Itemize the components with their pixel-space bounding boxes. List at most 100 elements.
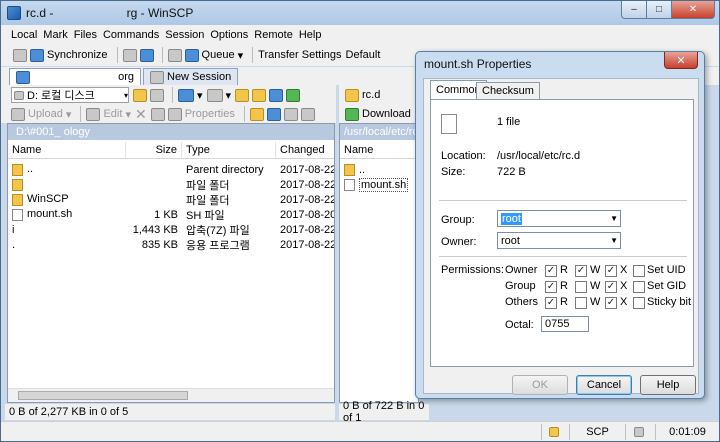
menu-remote[interactable]: Remote [254,29,293,41]
tab-checksum[interactable]: Checksum [476,82,540,99]
perm-special-checkbox[interactable] [633,281,645,293]
ok-button[interactable]: OK [512,375,568,395]
properties-icon [167,107,182,121]
synchronize-icon [30,48,44,62]
perm-x-checkbox[interactable]: ✓ [605,281,617,293]
cell-name: WinSCP [8,193,126,206]
perm-w-checkbox[interactable]: ✓ [575,265,587,277]
col-changed-header[interactable]: Changed [276,142,334,158]
perm-row-label: Group [505,280,536,292]
menu-commands[interactable]: Commands [103,29,159,41]
table-row[interactable]: i 1,443 KB 압축(7Z) 파일 2017-08-22 [8,222,334,237]
back-button[interactable]: ▾ [178,88,203,102]
perm-x-label: X [620,296,628,308]
table-row[interactable]: .. Parent directory 2017-08-22 [8,162,334,177]
perm-w-checkbox[interactable] [575,297,587,309]
chevron-down-icon: ▼ [610,236,618,245]
forward-button[interactable]: ▾ [206,88,231,102]
perm-special-checkbox[interactable] [633,265,645,277]
menu-files[interactable]: Files [74,29,97,41]
location-label: Location: [441,150,486,162]
local-path-bar[interactable]: D:\#001_ ology [8,124,334,140]
perm-x-checkbox[interactable]: ✓ [605,297,617,309]
perm-special-label: Set GID [647,280,687,292]
cell-text: 1 KB [154,208,178,221]
perm-x-checkbox[interactable]: ✓ [605,265,617,277]
close-button[interactable]: ✕ [671,1,715,19]
col-name-header[interactable]: Name [8,142,126,158]
home-icon[interactable] [269,88,284,102]
properties-button[interactable]: Properties [167,107,235,121]
remote-path-bar[interactable]: /usr/local/etc/rc.d [340,124,418,140]
minimize-button[interactable]: – [621,1,647,19]
table-row[interactable]: 파일 폴더 2017-08-22 [8,177,334,192]
perm-r-checkbox[interactable]: ✓ [545,281,557,293]
new-folder-icon[interactable] [249,107,264,121]
group-combo[interactable]: root ▼ [497,210,621,227]
session-time: 0:01:09 [655,424,719,440]
synchronize-button[interactable]: Synchronize [30,48,108,62]
help-button[interactable]: Help [640,375,696,395]
perm-w-checkbox[interactable] [575,281,587,293]
table-row[interactable]: WinSCP 파일 폴더 2017-08-22 [8,192,334,207]
remote-folder-combo[interactable]: rc.d [362,89,380,101]
octal-input[interactable]: 0755 [541,316,589,332]
edit-button[interactable]: Edit ▾ [86,107,131,121]
compare-icon[interactable] [13,48,27,62]
cell-text: 파일 폴더 [186,194,230,207]
table-row[interactable]: . 835 KB 응용 프로그램 2017-08-22 [8,237,334,252]
menu-options[interactable]: Options [210,29,248,41]
tab-new-session[interactable]: New Session [143,68,239,85]
menu-mark[interactable]: Mark [43,29,67,41]
perm-special-checkbox[interactable] [633,297,645,309]
download-button[interactable]: Download [345,107,411,121]
console-icon[interactable] [122,48,137,62]
perm-r-checkbox[interactable]: ✓ [545,297,557,309]
tab-session[interactable]: org [9,68,141,85]
cell-name [8,178,126,191]
minus-icon[interactable] [283,107,298,121]
rename-icon[interactable] [150,107,165,121]
dialog-close-button[interactable]: ✕ [664,52,698,69]
perm-r-checkbox[interactable]: ✓ [545,265,557,277]
delete-button[interactable]: ✕ [135,106,147,123]
cell-name: mount.sh [359,177,409,192]
menu-bar: Local Mark Files Commands Session Option… [1,25,719,44]
cell-changed: 2017-08-20 [276,209,334,221]
new-session-icon [150,70,164,84]
table-row[interactable]: mount.sh 1 KB SH 파일 2017-08-20 [8,207,334,222]
cell-text: . [12,238,16,251]
select-all-icon[interactable] [300,107,315,121]
transfer-preset-combo[interactable]: Default [346,49,381,61]
filter-icon[interactable] [150,88,164,102]
root-dir-icon[interactable] [252,88,267,102]
owner-value: root [501,234,520,247]
putty-icon[interactable] [139,48,154,62]
cell-changed: 2017-08-22 [276,179,334,191]
table-row[interactable]: mount.sh [344,177,418,192]
local-drive-combo[interactable]: D: 로컬 디스크 ▾ [11,87,129,103]
col-size-header[interactable]: Size [126,142,182,158]
cancel-button[interactable]: Cancel [576,375,632,395]
open-folder-icon[interactable] [133,88,147,102]
upload-button[interactable]: Upload ▾ [11,107,71,121]
title-bar: rc.d - rg - WinSCP – □ ✕ [1,1,719,25]
menu-help[interactable]: Help [299,29,322,41]
remote-col-name-header[interactable]: Name [340,142,418,158]
menu-local[interactable]: Local [11,29,37,41]
parent-dir-icon[interactable] [235,88,250,102]
gear-icon[interactable] [167,48,182,62]
local-horizontal-scrollbar[interactable] [8,388,334,402]
menu-session[interactable]: Session [165,29,204,41]
cell-name: .. [8,163,126,176]
cell-name: . [8,239,126,251]
refresh-icon[interactable] [286,88,301,102]
table-row[interactable]: .. [344,162,418,177]
queue-button[interactable]: Queue ▾ [184,48,243,62]
col-type-header[interactable]: Type [182,142,276,158]
scroll-thumb[interactable] [18,391,188,400]
maximize-button[interactable]: □ [646,1,672,19]
local-column-headers: Name Size Type Changed [8,142,334,159]
plus-icon[interactable] [266,107,281,121]
owner-combo[interactable]: root ▼ [497,232,621,249]
